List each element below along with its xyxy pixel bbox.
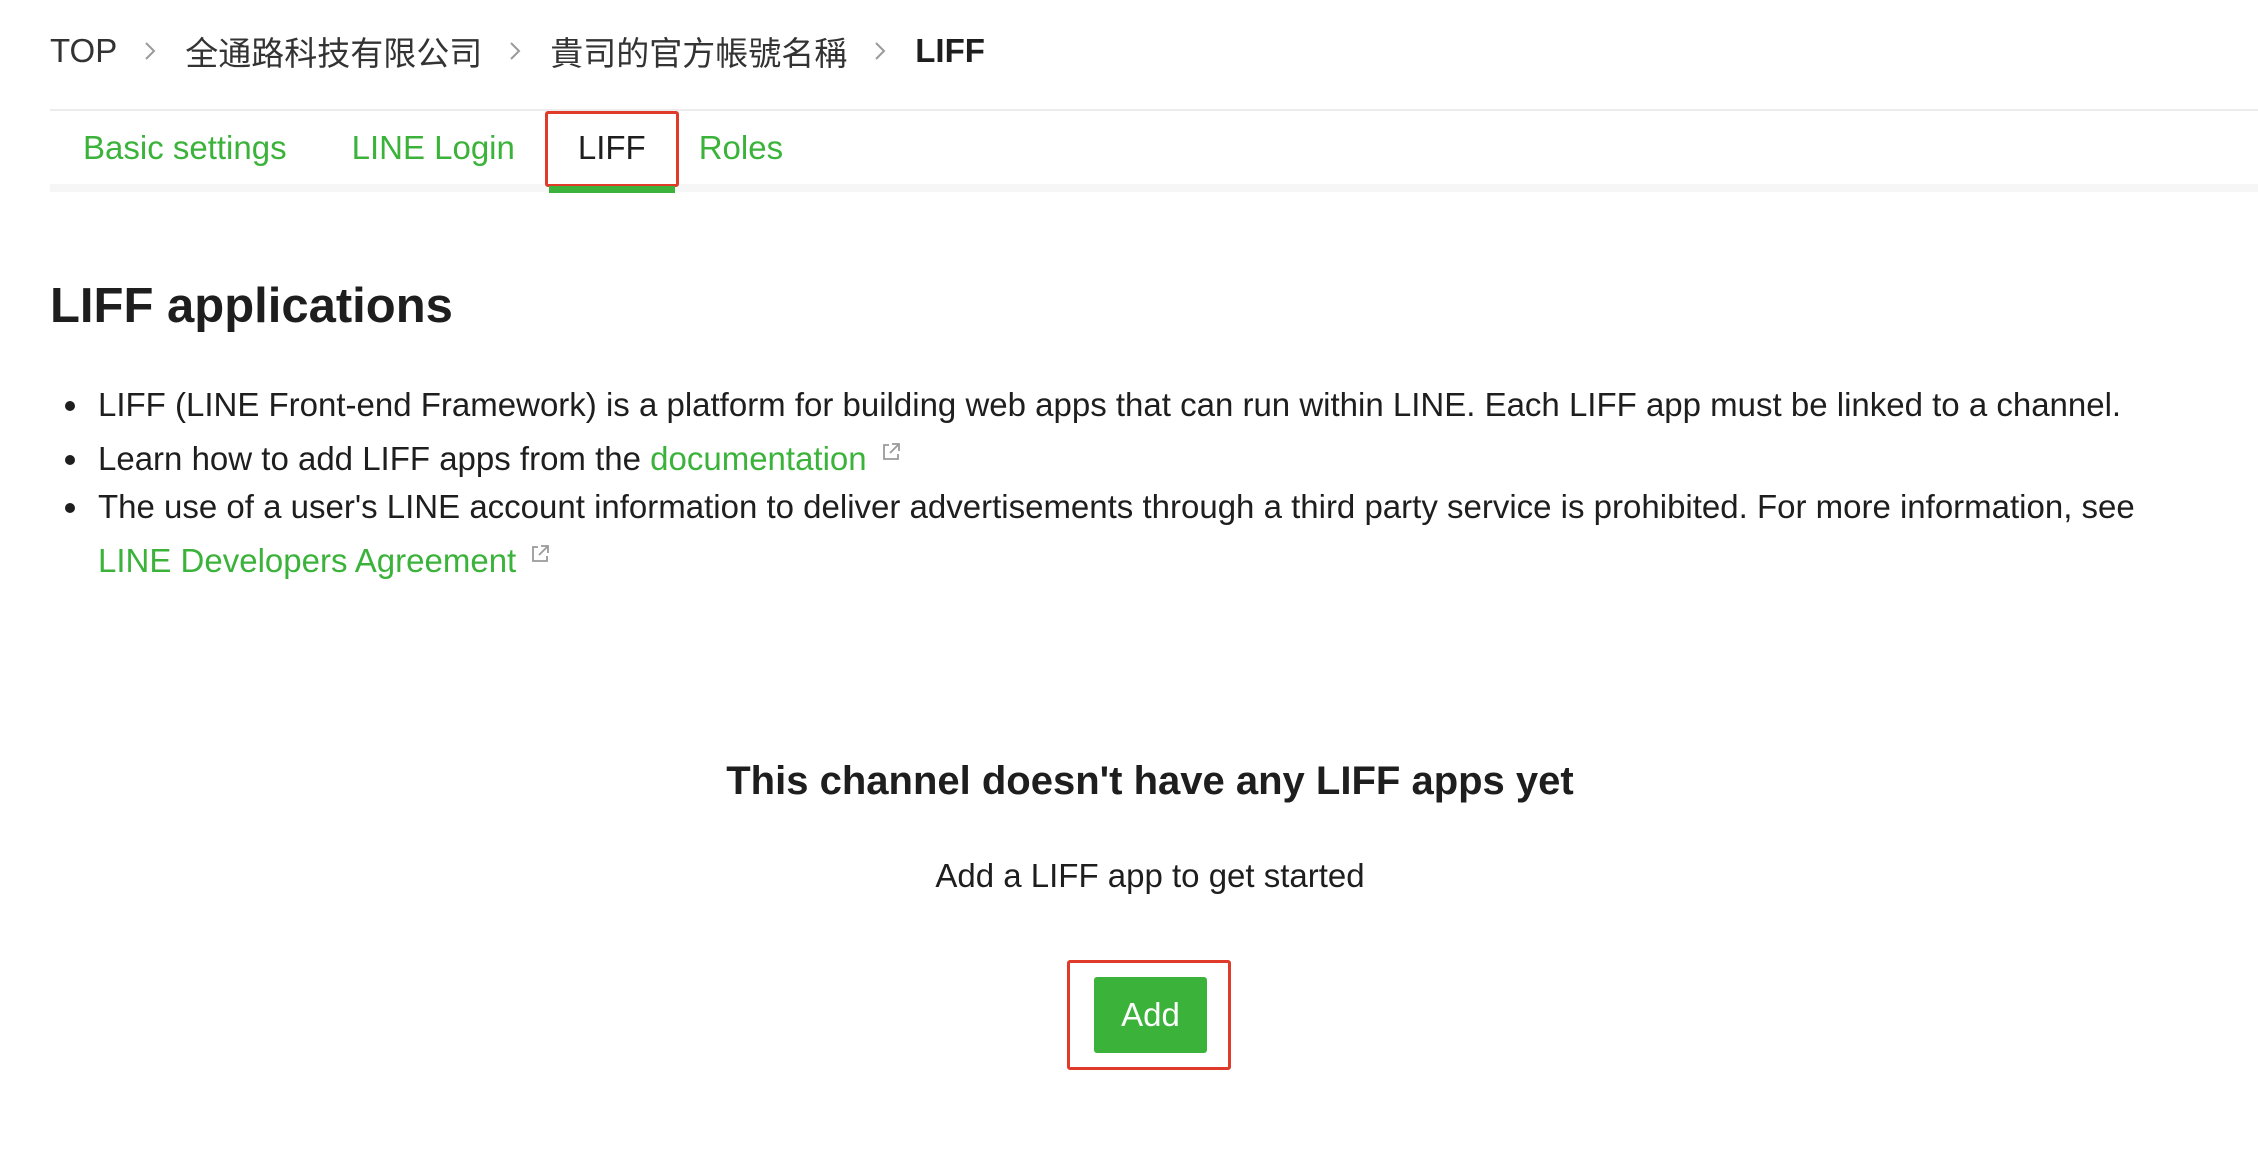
bullet-text: Learn how to add LIFF apps from the (98, 440, 651, 477)
channel-tabs: Basic settings LINE Login LIFF Roles (50, 111, 783, 193)
external-link-icon[interactable] (528, 542, 552, 566)
list-item: LIFF (LINE Front-end Framework) is a pla… (50, 378, 2200, 432)
tab-liff[interactable]: LIFF (544, 111, 679, 193)
tab-line-login[interactable]: LINE Login (352, 111, 515, 185)
bullet-text: The use of a user's LINE account informa… (98, 488, 2135, 525)
tab-active-indicator (548, 186, 675, 193)
bullet-dot (65, 455, 75, 465)
developers-agreement-link[interactable]: LINE Developers Agreement (98, 542, 516, 579)
list-item: Learn how to add LIFF apps from the docu… (50, 432, 2200, 486)
breadcrumb: TOP 全通路科技有限公司 貴司的官方帳號名稱 LIFF (50, 28, 985, 74)
bullet-dot (65, 401, 75, 411)
bullet-dot (65, 503, 75, 513)
tab-roles[interactable]: Roles (699, 111, 783, 185)
bullet-text: LIFF (LINE Front-end Framework) is a pla… (98, 386, 2122, 423)
add-liff-button[interactable]: Add (1094, 977, 1207, 1053)
page-title: LIFF applications (50, 279, 453, 333)
list-item: The use of a user's LINE account informa… (50, 480, 2200, 588)
info-list: LIFF (LINE Front-end Framework) is a pla… (50, 378, 2200, 588)
chevron-right-icon (502, 38, 528, 64)
chevron-right-icon (867, 38, 893, 64)
external-link-icon[interactable] (879, 440, 903, 464)
breadcrumb-current: LIFF (915, 32, 985, 69)
documentation-link[interactable]: documentation (650, 440, 866, 477)
chevron-right-icon (137, 38, 163, 64)
tab-basic-settings[interactable]: Basic settings (83, 111, 287, 185)
breadcrumb-channel[interactable]: 貴司的官方帳號名稱 (550, 27, 847, 75)
tabs-bottom-divider (50, 184, 2258, 192)
empty-state-subtitle: Add a LIFF app to get started (935, 857, 1365, 894)
empty-state-title: This channel doesn't have any LIFF apps … (726, 759, 1574, 803)
breadcrumb-top[interactable]: TOP (50, 32, 117, 70)
tab-liff-highlight-box (544, 111, 679, 187)
breadcrumb-provider[interactable]: 全通路科技有限公司 (185, 27, 482, 75)
